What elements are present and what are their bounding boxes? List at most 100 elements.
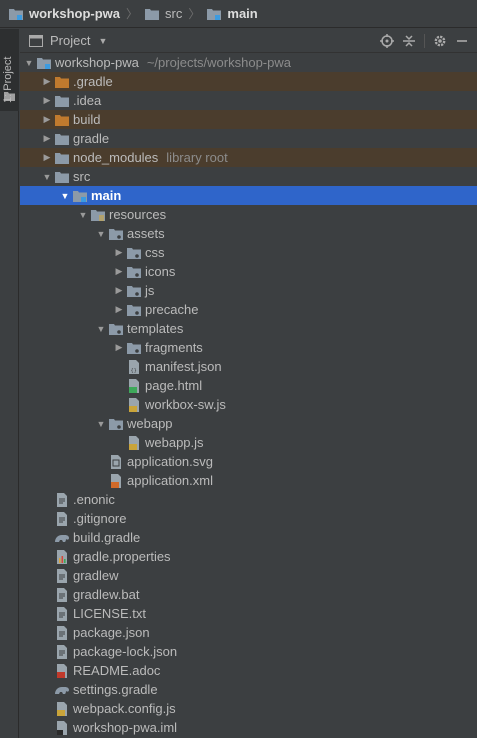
tree-item-label: manifest.json — [145, 359, 222, 374]
tree-row[interactable]: webapp.js — [20, 433, 477, 452]
tree-row[interactable]: ▼ assets — [20, 224, 477, 243]
folder-dot-icon — [126, 264, 142, 280]
tree-row[interactable]: ▶ css — [20, 243, 477, 262]
breadcrumb-main[interactable]: main — [206, 6, 258, 22]
text-file-icon — [54, 644, 70, 660]
tree-row[interactable]: ▼ workshop-pwa ~/projects/workshop-pwa — [20, 53, 477, 72]
tree-row[interactable]: workbox-sw.js — [20, 395, 477, 414]
tree-item-label: icons — [145, 264, 176, 279]
folder-dot-icon — [126, 245, 142, 261]
tree-item-label: templates — [127, 321, 184, 336]
tree-item-label: workshop-pwa — [55, 55, 139, 70]
tree-item-label: webapp — [127, 416, 173, 431]
breadcrumb-project[interactable]: workshop-pwa — [8, 6, 120, 22]
properties-file-icon — [54, 549, 70, 565]
tree-row[interactable]: gradlew — [20, 566, 477, 585]
chevron-right-icon[interactable]: ▶ — [40, 152, 54, 163]
text-file-icon — [54, 587, 70, 603]
tree-row[interactable]: package.json — [20, 623, 477, 642]
chevron-right-icon[interactable]: ▶ — [40, 114, 54, 125]
tree-row[interactable]: ▼ resources — [20, 205, 477, 224]
chevron-down-icon[interactable]: ▼ — [40, 172, 54, 182]
text-file-icon — [54, 492, 70, 508]
resources-folder-icon — [90, 207, 106, 223]
tree-item-label: application.svg — [127, 454, 213, 469]
tree-row[interactable]: ▶ .idea — [20, 91, 477, 110]
breadcrumb-src[interactable]: src — [144, 6, 182, 22]
tree-row[interactable]: ▶ icons — [20, 262, 477, 281]
minimize-icon[interactable] — [451, 30, 473, 52]
tree-row[interactable]: webpack.config.js — [20, 699, 477, 718]
tree-row[interactable]: README.adoc — [20, 661, 477, 680]
text-file-icon — [54, 568, 70, 584]
xml-file-icon — [108, 473, 124, 489]
collapse-all-icon[interactable] — [398, 30, 420, 52]
folder-dot-icon — [108, 416, 124, 432]
tree-row[interactable]: ▼ main — [20, 186, 477, 205]
breadcrumb-label: src — [165, 6, 183, 21]
tree-row[interactable]: workshop-pwa.iml — [20, 718, 477, 737]
chevron-right-icon[interactable]: ▶ — [112, 247, 126, 258]
folder-orange-icon — [54, 74, 70, 90]
tree-row[interactable]: ▶ .gradle — [20, 72, 477, 91]
tree-row[interactable]: ▶ node_modules library root — [20, 148, 477, 167]
tree-row[interactable]: ▶ gradle — [20, 129, 477, 148]
breadcrumb-separator: 〉 — [126, 7, 139, 21]
tree-row[interactable]: ▶ precache — [20, 300, 477, 319]
tree-item-label: workbox-sw.js — [145, 397, 226, 412]
tree-row[interactable]: .enonic — [20, 490, 477, 509]
gear-icon[interactable] — [429, 30, 451, 52]
project-tool-tab[interactable]: 1: Project — [0, 29, 19, 111]
tree-row[interactable]: package-lock.json — [20, 642, 477, 661]
locate-icon[interactable] — [376, 30, 398, 52]
chevron-right-icon[interactable]: ▶ — [40, 95, 54, 106]
tree-row[interactable]: ▶ js — [20, 281, 477, 300]
tree-item-label: gradle — [73, 131, 110, 146]
chevron-right-icon[interactable]: ▶ — [40, 76, 54, 87]
tree-item-label: webpack.config.js — [73, 701, 176, 716]
tree-row[interactable]: application.svg — [20, 452, 477, 471]
project-view-selector[interactable]: Project ▼ — [28, 33, 107, 49]
js-file-icon — [54, 701, 70, 717]
tree-item-label: js — [145, 283, 155, 298]
tree-row[interactable]: ▶ build — [20, 110, 477, 129]
chevron-down-icon[interactable]: ▼ — [22, 58, 36, 68]
js-file-icon — [126, 397, 142, 413]
breadcrumb-label: workshop-pwa — [29, 6, 121, 21]
tree-row[interactable]: .gitignore — [20, 509, 477, 528]
chevron-down-icon[interactable]: ▼ — [94, 324, 108, 334]
json-file-icon: {} — [126, 359, 142, 375]
chevron-right-icon[interactable]: ▶ — [112, 342, 126, 353]
chevron-down-icon[interactable]: ▼ — [94, 419, 108, 429]
tree-row[interactable]: ▶ fragments — [20, 338, 477, 357]
tree-row[interactable]: page.html — [20, 376, 477, 395]
tree-row[interactable]: gradle.properties — [20, 547, 477, 566]
chevron-right-icon[interactable]: ▶ — [112, 304, 126, 315]
chevron-down-icon[interactable]: ▼ — [76, 210, 90, 220]
chevron-down-icon[interactable]: ▼ — [94, 229, 108, 239]
svg-file-icon — [108, 454, 124, 470]
tree-item-label: settings.gradle — [73, 682, 158, 697]
tree-row[interactable]: application.xml — [20, 471, 477, 490]
tree-row[interactable]: ▼ src — [20, 167, 477, 186]
folder-dot-icon — [108, 321, 124, 337]
tree-item-label: page.html — [145, 378, 203, 393]
tree-row[interactable]: gradlew.bat — [20, 585, 477, 604]
module-folder-icon — [8, 6, 24, 22]
tree-row[interactable]: {} manifest.json — [20, 357, 477, 376]
tree-item-label: LICENSE.txt — [73, 606, 146, 621]
tree-item-label: assets — [127, 226, 165, 241]
tree-item-label: workshop-pwa.iml — [73, 720, 178, 735]
folder-dot-icon — [126, 283, 142, 299]
tree-row[interactable]: LICENSE.txt — [20, 604, 477, 623]
tree-row[interactable]: ▼ webapp — [20, 414, 477, 433]
tree-row[interactable]: ▼ templates — [20, 319, 477, 338]
iml-file-icon — [54, 720, 70, 736]
tree-row[interactable]: settings.gradle — [20, 680, 477, 699]
chevron-right-icon[interactable]: ▶ — [40, 133, 54, 144]
tree-row[interactable]: build.gradle — [20, 528, 477, 547]
chevron-right-icon[interactable]: ▶ — [112, 266, 126, 277]
chevron-down-icon[interactable]: ▼ — [58, 191, 72, 201]
chevron-right-icon[interactable]: ▶ — [112, 285, 126, 296]
tree-item-label: gradlew — [73, 568, 119, 583]
